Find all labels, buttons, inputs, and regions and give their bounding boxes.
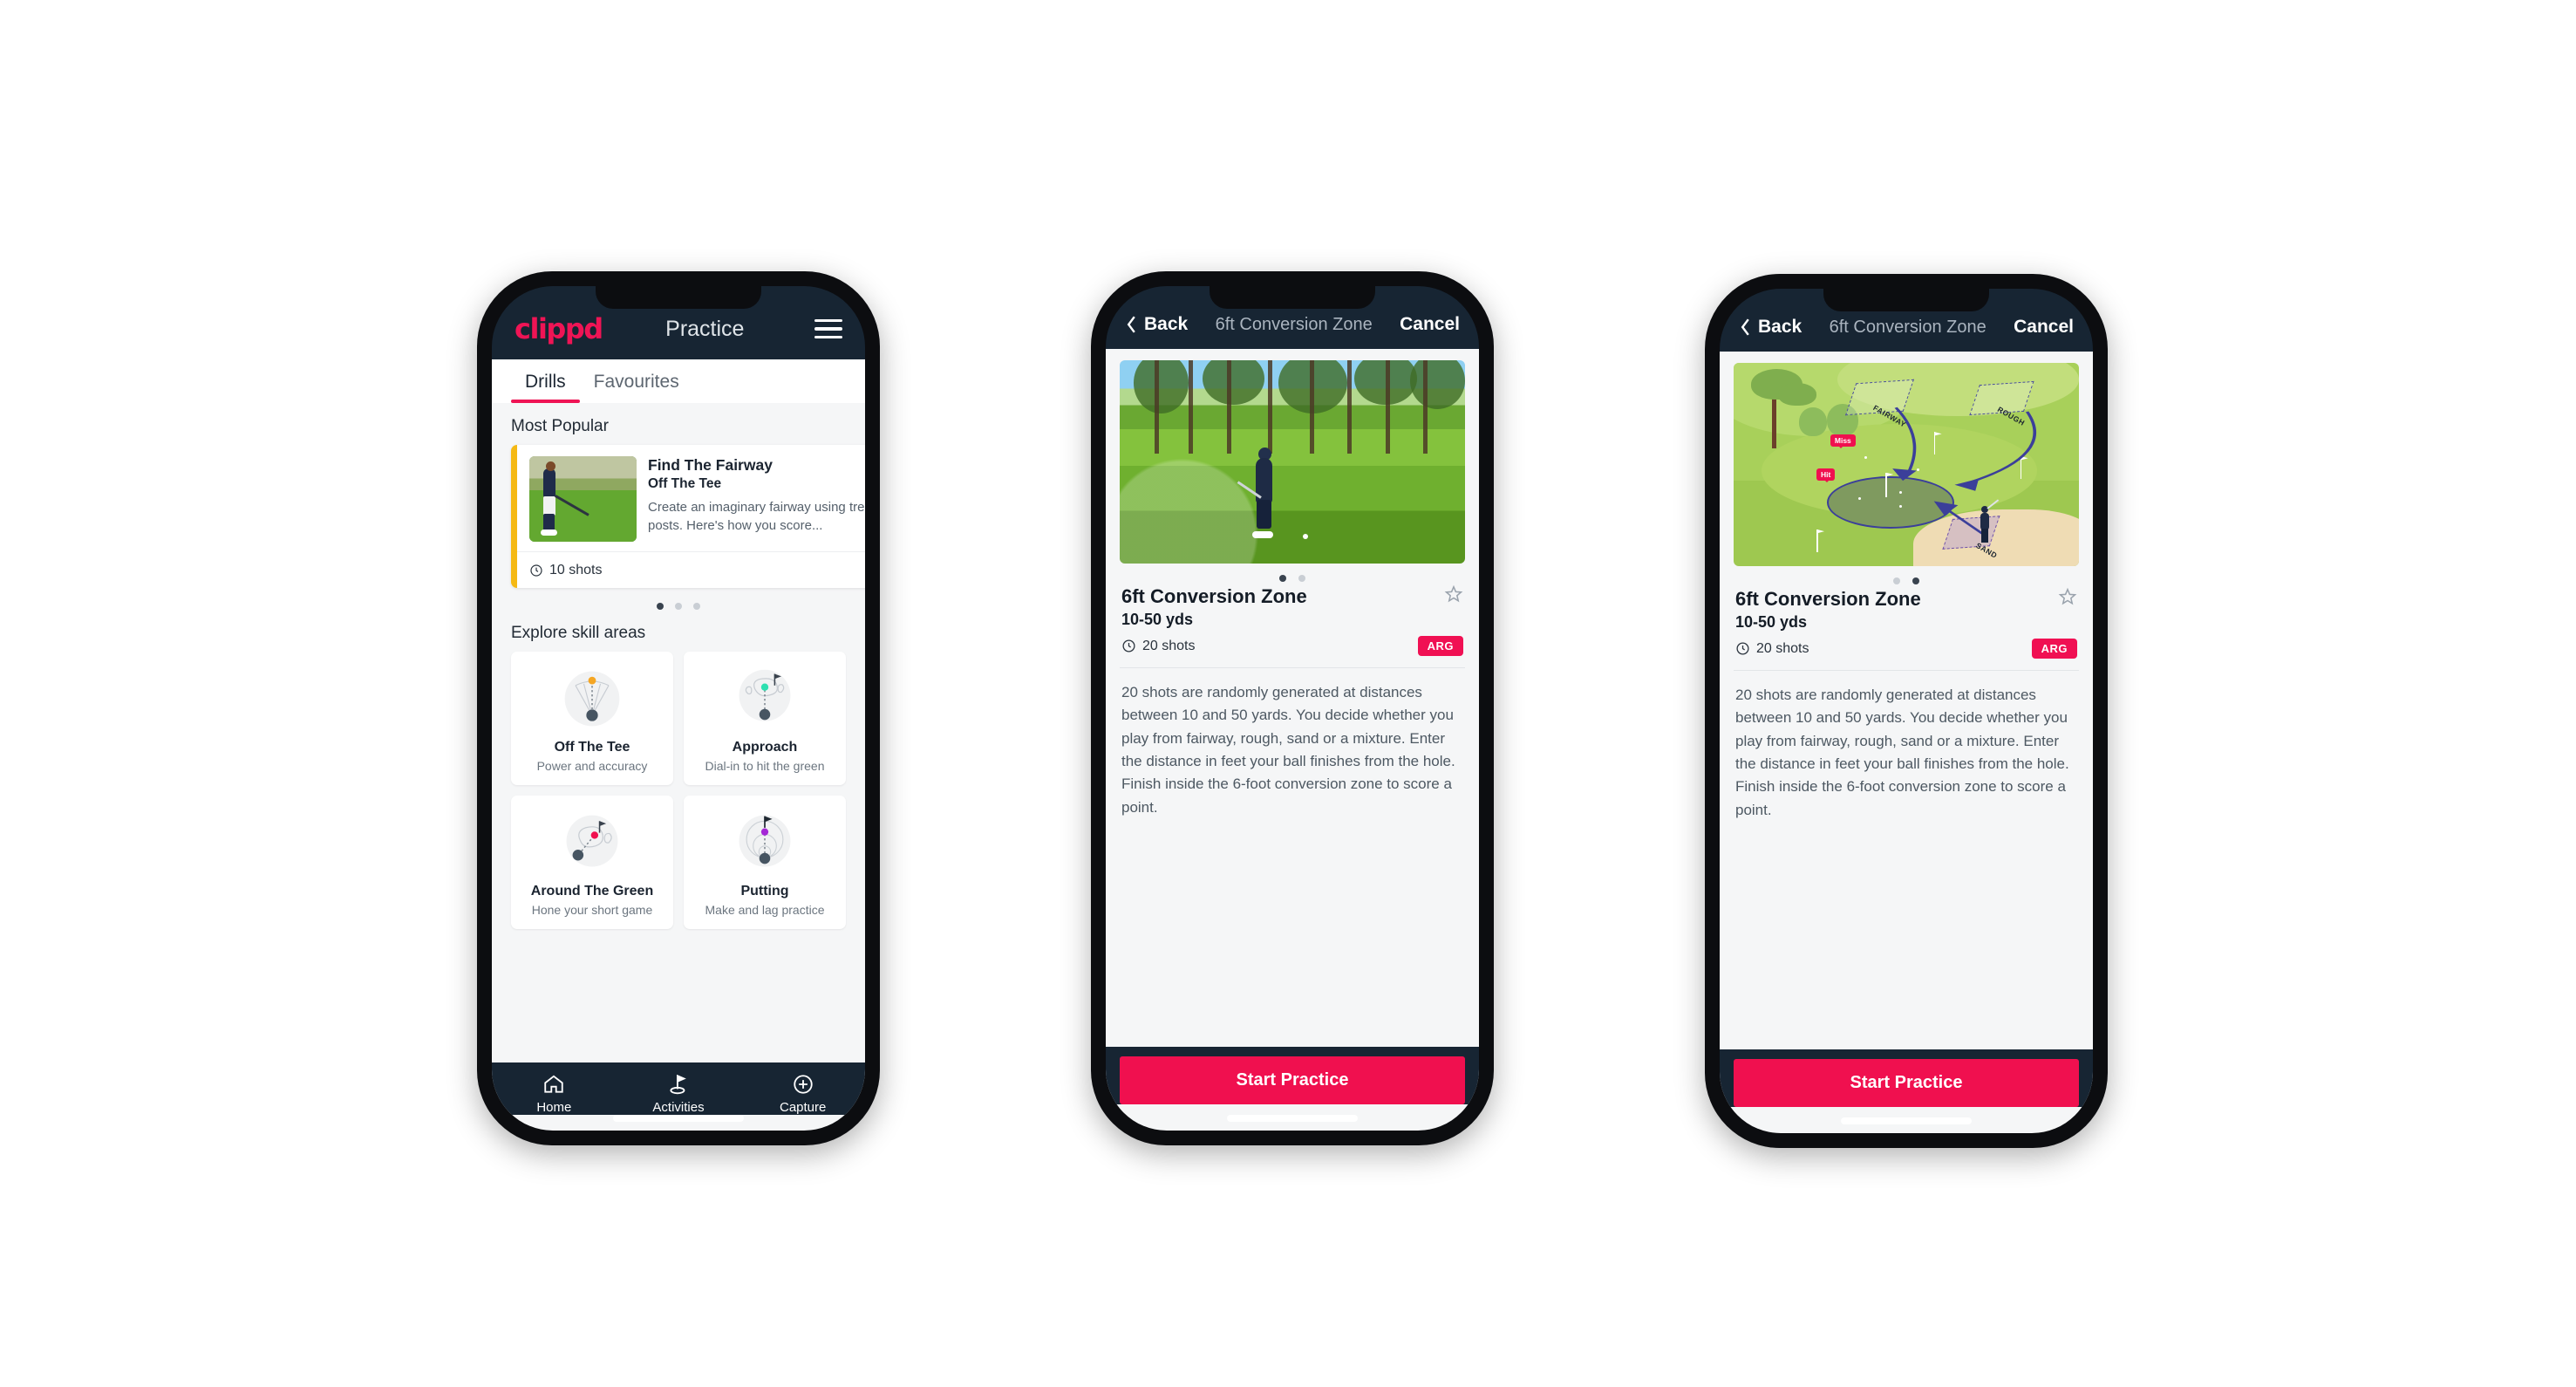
skill-name: Off The Tee bbox=[554, 740, 630, 755]
back-button[interactable]: Back bbox=[1739, 317, 1802, 338]
golfer-figure bbox=[1237, 448, 1277, 539]
drill-carousel[interactable]: Find The Fairway Off The Tee Create an i… bbox=[511, 445, 865, 588]
shot-path-arrows bbox=[1892, 407, 2037, 535]
clock-icon bbox=[530, 564, 542, 577]
drill-detail-yards: 10-50 yds bbox=[1121, 611, 1194, 628]
drill-detail-description: 20 shots are randomly generated at dista… bbox=[1735, 687, 2069, 818]
skill-card-around-the-green[interactable]: Around The Green Hone your short game bbox=[511, 796, 673, 929]
cancel-button[interactable]: Cancel bbox=[1400, 314, 1460, 335]
drill-detail-badge: ARG bbox=[2031, 639, 2077, 659]
skill-sub: Power and accuracy bbox=[536, 759, 648, 773]
phone-drill-detail-diagram: Back 6ft Conversion Zone Cancel FAIRWAY … bbox=[1705, 274, 2108, 1148]
skill-name: Putting bbox=[740, 884, 789, 898]
drill-detail-yards: 10-50 yds bbox=[1735, 613, 1808, 631]
clock-icon bbox=[1736, 642, 1749, 655]
chevron-left-icon bbox=[1127, 316, 1135, 333]
hero-dot-2[interactable] bbox=[1298, 575, 1305, 582]
carousel-pagination[interactable] bbox=[511, 603, 846, 610]
drill-detail-badge: ARG bbox=[1417, 636, 1463, 656]
skill-card-putting[interactable]: Putting Make and lag practice bbox=[684, 796, 846, 929]
chevron-left-icon bbox=[1741, 318, 1749, 336]
back-label: Back bbox=[1758, 317, 1803, 337]
drill-description: Create an imaginary fairway using trees … bbox=[648, 500, 865, 534]
skill-sub: Hone your short game bbox=[531, 903, 653, 917]
detail-nav-title: 6ft Conversion Zone bbox=[1829, 317, 1987, 337]
drill-title: Find The Fairway bbox=[648, 456, 773, 474]
hamburger-icon[interactable] bbox=[814, 318, 842, 339]
nav-label: Activities bbox=[652, 1100, 705, 1115]
skill-card-off-the-tee[interactable]: Off The Tee Power and accuracy bbox=[511, 652, 673, 785]
home-icon bbox=[492, 1072, 617, 1097]
clock-icon bbox=[1122, 639, 1135, 653]
chip-green-icon bbox=[518, 807, 666, 878]
tab-drills[interactable]: Drills bbox=[511, 359, 580, 403]
drill-detail-shots-label: 20 shots bbox=[1756, 640, 1809, 656]
golfer-figure bbox=[1979, 499, 2000, 546]
drill-detail-description: 20 shots are randomly generated at dista… bbox=[1121, 684, 1455, 816]
tab-favourites[interactable]: Favourites bbox=[580, 359, 693, 403]
tee-cone-icon bbox=[518, 663, 666, 734]
carousel-dot-2[interactable] bbox=[675, 603, 682, 610]
skill-card-approach[interactable]: Approach Dial-in to hit the green bbox=[684, 652, 846, 785]
practice-scroll-area[interactable]: Most Popular Find The Fairway Off The Te… bbox=[492, 403, 865, 1062]
home-indicator bbox=[613, 1115, 744, 1122]
section-title-most-popular: Most Popular bbox=[511, 417, 609, 435]
nav-item-activities[interactable]: Activities bbox=[617, 1072, 741, 1115]
drill-hero-diagram[interactable]: FAIRWAY ROUGH SAND Miss Hit bbox=[1734, 363, 2079, 566]
cancel-button[interactable]: Cancel bbox=[2014, 317, 2074, 338]
nav-label: Home bbox=[536, 1100, 572, 1115]
phone-notch bbox=[596, 286, 761, 309]
nav-item-capture[interactable]: Capture bbox=[740, 1072, 865, 1115]
green-approach-icon bbox=[691, 663, 839, 734]
skill-sub: Dial-in to hit the green bbox=[705, 759, 825, 773]
divider bbox=[1734, 670, 2079, 671]
drill-card[interactable]: Find The Fairway Off The Tee Create an i… bbox=[511, 445, 865, 588]
drill-detail-shots: 20 shots bbox=[1121, 639, 1195, 654]
drill-shots: 10 shots bbox=[529, 563, 602, 578]
drill-detail-shots: 20 shots bbox=[1735, 641, 1809, 657]
clippd-logo[interactable]: clippd bbox=[515, 312, 603, 345]
start-practice-button[interactable]: Start Practice bbox=[1734, 1059, 2079, 1107]
drill-subtitle: Off The Tee bbox=[648, 476, 722, 491]
page-title: Practice bbox=[665, 316, 745, 341]
drill-thumbnail bbox=[529, 456, 637, 542]
nav-label: Capture bbox=[779, 1100, 827, 1115]
tab-bar: Drills Favourites bbox=[492, 359, 865, 403]
star-outline-icon[interactable] bbox=[1444, 584, 1463, 604]
golf-flag-icon bbox=[617, 1072, 741, 1097]
hero-pagination[interactable] bbox=[1120, 575, 1465, 582]
phone-practice-list: clippd Practice Drills Favourites Most P… bbox=[477, 271, 880, 1145]
putting-rings-icon bbox=[691, 807, 839, 878]
home-indicator bbox=[1841, 1117, 1972, 1124]
section-title-explore: Explore skill areas bbox=[511, 624, 646, 642]
carousel-dot-1[interactable] bbox=[657, 603, 664, 610]
hero-dot-1[interactable] bbox=[1893, 577, 1900, 584]
carousel-dot-3[interactable] bbox=[693, 603, 700, 610]
start-practice-button[interactable]: Start Practice bbox=[1120, 1056, 1465, 1104]
hero-pagination[interactable] bbox=[1734, 577, 2079, 584]
bottom-navigation: Home Activities Capture bbox=[492, 1062, 865, 1115]
drill-detail-shots-label: 20 shots bbox=[1142, 638, 1196, 653]
home-indicator bbox=[1227, 1115, 1358, 1122]
phone-notch bbox=[1823, 289, 1989, 311]
back-button[interactable]: Back bbox=[1125, 314, 1188, 335]
skill-name: Around The Green bbox=[530, 884, 654, 898]
star-outline-icon[interactable] bbox=[2058, 587, 2077, 606]
divider bbox=[1120, 667, 1465, 668]
plus-circle-icon bbox=[740, 1072, 865, 1097]
hero-dot-1[interactable] bbox=[1279, 575, 1286, 582]
phone-notch bbox=[1210, 286, 1375, 309]
drill-detail-title: 6ft Conversion Zone bbox=[1121, 585, 1307, 607]
detail-nav-title: 6ft Conversion Zone bbox=[1215, 314, 1373, 334]
back-label: Back bbox=[1144, 314, 1189, 334]
skill-area-grid: Off The Tee Power and accuracy Approach … bbox=[511, 652, 846, 929]
drill-shots-label: 10 shots bbox=[549, 562, 603, 577]
drill-hero-photo[interactable] bbox=[1120, 360, 1465, 564]
skill-name: Approach bbox=[732, 740, 798, 755]
skill-sub: Make and lag practice bbox=[705, 903, 825, 917]
nav-item-home[interactable]: Home bbox=[492, 1072, 617, 1115]
hero-dot-2[interactable] bbox=[1912, 577, 1919, 584]
drill-detail-title: 6ft Conversion Zone bbox=[1735, 588, 1921, 610]
phone-drill-detail-photo: Back 6ft Conversion Zone Cancel 6ft Conv… bbox=[1091, 271, 1494, 1145]
